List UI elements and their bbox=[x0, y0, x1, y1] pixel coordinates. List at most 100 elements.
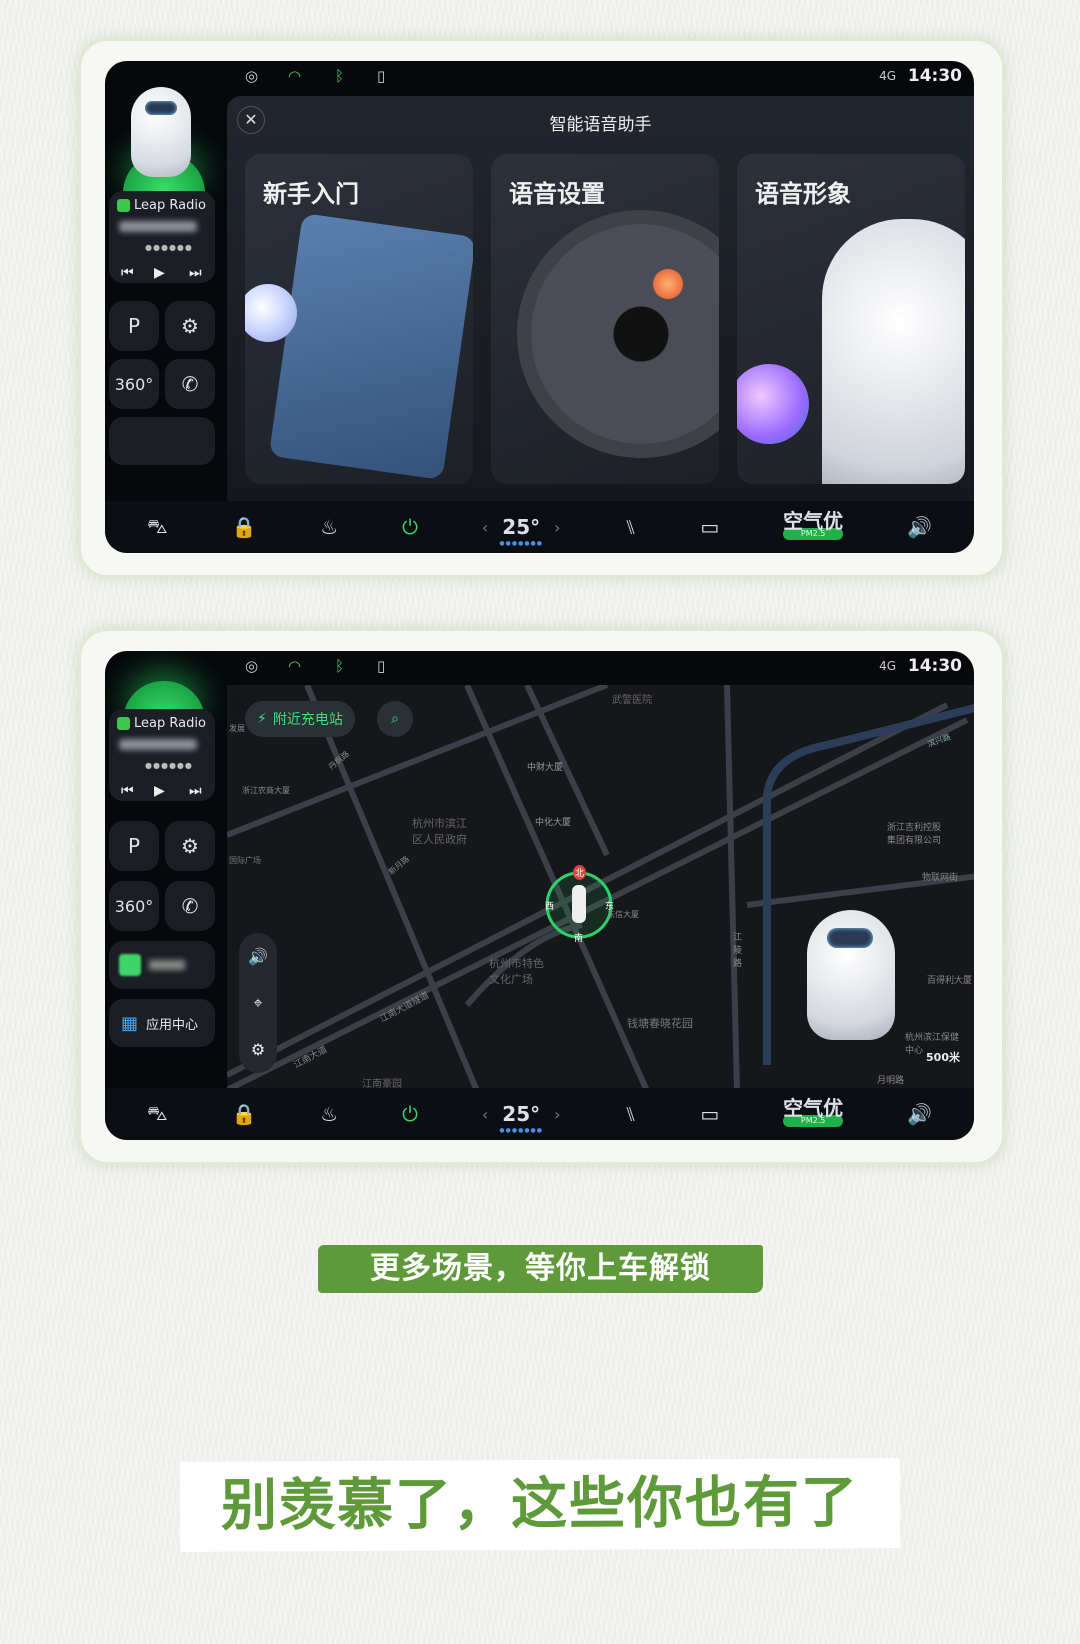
parking-icon: P bbox=[127, 834, 141, 858]
wifi-icon[interactable]: ◠ bbox=[288, 657, 301, 675]
temp-up-icon[interactable]: › bbox=[554, 518, 560, 537]
headline-banner: 别羡慕了，这些你也有了 bbox=[179, 1458, 901, 1552]
search-icon: ⌕ bbox=[391, 711, 399, 727]
screen2: ◎ ◠ ᛒ ▯ 4G 14:30 ⚡ 附近充电站 ⌕ 武警医院 中财大厦 中化大厦… bbox=[105, 651, 974, 1140]
compass-south: 南 bbox=[574, 934, 584, 944]
map-label: 中财大厦 bbox=[527, 763, 564, 773]
air-quality-badge[interactable]: 空气优 PM2.5 bbox=[783, 1098, 844, 1127]
radio-logo-icon bbox=[117, 199, 130, 212]
volume-icon[interactable]: 🔊 bbox=[907, 515, 932, 539]
radio-widget[interactable]: Leap Radio ●●●●●● ⏮ ▶ ⏭ bbox=[109, 709, 215, 801]
seat-heat-icon[interactable]: ⑊ bbox=[624, 515, 636, 539]
gear-icon[interactable]: ⚙ bbox=[251, 1040, 265, 1059]
phone-button[interactable]: ✆ bbox=[165, 881, 215, 931]
radio-title: Leap Radio bbox=[134, 716, 206, 731]
play-icon[interactable]: ▶ bbox=[154, 783, 165, 799]
app-widget[interactable] bbox=[109, 941, 215, 989]
status-bar: ◎ ◠ ᛒ ▯ 4G 14:30 bbox=[105, 61, 974, 95]
map-scale: 500米 bbox=[926, 1051, 960, 1064]
user-icon[interactable]: ◎ bbox=[245, 657, 258, 675]
temp-down-icon[interactable]: ‹ bbox=[482, 1105, 488, 1124]
map-label: 浙江农商大厦 bbox=[242, 786, 290, 795]
search-button[interactable]: ⌕ bbox=[377, 701, 413, 737]
robot-illustration bbox=[822, 219, 965, 484]
user-icon[interactable]: ◎ bbox=[245, 67, 258, 85]
settings-button[interactable]: ⚙ bbox=[165, 821, 215, 871]
orb-icon bbox=[653, 269, 683, 299]
sidebar: Leap Radio ●●●●●● ⏮ ▶ ⏭ P ⚙ 360° ✆ ▦ 应用中心 bbox=[109, 651, 217, 1090]
card-voice-settings[interactable]: 语音设置 bbox=[491, 154, 719, 484]
parking-button[interactable]: P bbox=[109, 301, 159, 351]
front-defrost-icon[interactable]: ♨ bbox=[320, 515, 338, 539]
map-label: 钱塘春晓花园 bbox=[627, 1017, 693, 1030]
compass-north: 北 bbox=[573, 865, 587, 880]
signal-icon: 4G bbox=[879, 69, 896, 83]
widget-tile[interactable] bbox=[109, 417, 215, 465]
nearby-charging-button[interactable]: ⚡ 附近充电站 bbox=[245, 701, 355, 737]
phone-projection-icon[interactable]: ▯ bbox=[377, 67, 385, 85]
temperature-control[interactable]: ‹ 25° › ●●●●●●● bbox=[482, 1102, 561, 1134]
wifi-icon[interactable]: ◠ bbox=[288, 67, 301, 85]
north-up-icon[interactable]: ⌖ bbox=[253, 993, 262, 1013]
seat-heat-icon[interactable]: ⑊ bbox=[624, 1102, 636, 1126]
radio-title: Leap Radio bbox=[134, 198, 206, 213]
volume-icon[interactable]: 🔊 bbox=[248, 947, 268, 966]
radio-widget[interactable]: Leap Radio ●●●●●● ⏮ ▶ ⏭ bbox=[109, 191, 215, 283]
compass-east: 东 bbox=[605, 902, 615, 912]
phone-projection-icon[interactable]: ▯ bbox=[377, 657, 385, 675]
track-name bbox=[119, 739, 197, 750]
app-center-button[interactable]: ▦ 应用中心 bbox=[109, 999, 215, 1047]
map-label: 发展 bbox=[229, 724, 245, 733]
map-label: 中化大厦 bbox=[535, 818, 572, 828]
map-label: 杭州市特色文化广场 bbox=[489, 957, 544, 986]
orb-icon bbox=[737, 364, 809, 444]
temperature-control[interactable]: ‹ 25° › ●●●●●●● bbox=[482, 515, 561, 547]
gear-illustration-icon bbox=[531, 224, 719, 444]
rear-defrost-icon[interactable]: ▭ bbox=[700, 1102, 719, 1126]
bottom-dock: ⛍ 🔒 ♨ ⏻ ‹ 25° › ●●●●●●● ⑊ ▭ 空气优 PM2.5 🔊 bbox=[105, 1088, 974, 1140]
car-icon[interactable]: ⛍ bbox=[147, 514, 168, 541]
view-360-button[interactable]: 360° bbox=[109, 881, 159, 931]
car-lock-icon[interactable]: 🔒 bbox=[231, 515, 256, 539]
car-lock-icon[interactable]: 🔒 bbox=[231, 1102, 256, 1126]
previous-icon[interactable]: ⏮ bbox=[121, 265, 134, 281]
front-defrost-icon[interactable]: ♨ bbox=[320, 1102, 338, 1126]
volume-icon[interactable]: 🔊 bbox=[907, 1102, 932, 1126]
card-voice-avatar[interactable]: 语音形象 bbox=[737, 154, 965, 484]
fan-power-icon[interactable]: ⏻ bbox=[402, 1102, 418, 1126]
screen2-frame: ◎ ◠ ᛒ ▯ 4G 14:30 ⚡ 附近充电站 ⌕ 武警医院 中财大厦 中化大厦… bbox=[78, 628, 1005, 1165]
air-quality-badge[interactable]: 空气优 PM2.5 bbox=[783, 511, 844, 540]
rear-defrost-icon[interactable]: ▭ bbox=[700, 515, 719, 539]
page-dots: ●●●●●● bbox=[145, 243, 193, 252]
next-icon[interactable]: ⏭ bbox=[189, 265, 202, 281]
play-icon[interactable]: ▶ bbox=[154, 265, 165, 281]
subtitle-banner: 更多场景，等你上车解锁 bbox=[318, 1245, 763, 1293]
temp-down-icon[interactable]: ‹ bbox=[482, 518, 488, 537]
view-360-button[interactable]: 360° bbox=[109, 359, 159, 409]
map-label: 武警医院 bbox=[612, 695, 652, 706]
next-icon[interactable]: ⏭ bbox=[189, 783, 202, 799]
settings-button[interactable]: ⚙ bbox=[165, 301, 215, 351]
temp-up-icon[interactable]: › bbox=[554, 1105, 560, 1124]
map-label: 江陵路 bbox=[733, 933, 743, 969]
radio-logo-icon bbox=[117, 717, 130, 730]
phone-button[interactable]: ✆ bbox=[165, 359, 215, 409]
assistant-avatar[interactable] bbox=[807, 910, 895, 1040]
map-label: 百得利大厦 bbox=[927, 976, 973, 986]
page-dots: ●●●●●● bbox=[145, 761, 193, 770]
screen1-frame: ◎ ◠ ᛒ ▯ 4G 14:30 Leap Radio ●●●●●● ⏮ ▶ ⏭… bbox=[78, 38, 1005, 578]
navigation-map[interactable]: ⚡ 附近充电站 ⌕ 武警医院 中财大厦 中化大厦 杭州市滨江区人民政府 浙江吉利控… bbox=[227, 685, 974, 1091]
app-grid-icon: ▦ bbox=[121, 1012, 139, 1034]
map-controls: 🔊 ⌖ ⚙ bbox=[239, 933, 277, 1073]
bluetooth-icon[interactable]: ᛒ bbox=[335, 657, 344, 675]
phone-icon: ✆ bbox=[181, 894, 199, 918]
assistant-avatar[interactable] bbox=[131, 87, 191, 177]
card-getting-started[interactable]: 新手入门 bbox=[245, 154, 473, 484]
car-icon[interactable]: ⛍ bbox=[147, 1101, 168, 1128]
map-label: 国际广场 bbox=[229, 856, 261, 865]
signal-icon: 4G bbox=[879, 659, 896, 673]
parking-button[interactable]: P bbox=[109, 821, 159, 871]
fan-power-icon[interactable]: ⏻ bbox=[402, 515, 418, 539]
previous-icon[interactable]: ⏮ bbox=[121, 783, 134, 799]
bluetooth-icon[interactable]: ᛒ bbox=[335, 67, 344, 85]
